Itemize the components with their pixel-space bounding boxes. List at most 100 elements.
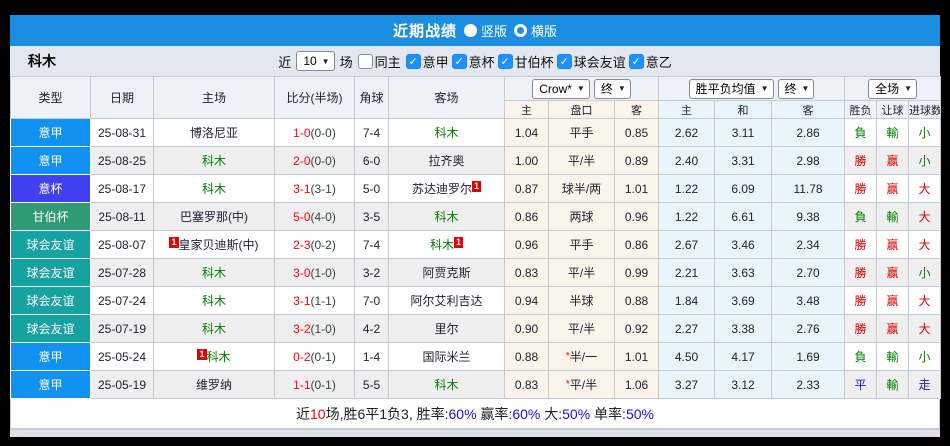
- red-badge: 1: [197, 349, 207, 360]
- match-row: 球会友谊 25-07-28 科木 3-0(1-0) 3-2 阿贾克斯 0.83 平/半 0.99…: [10, 258, 942, 287]
- title-bar: 近期战绩 竖版 横版: [10, 15, 940, 46]
- euro-time-select-value: 终: [784, 82, 797, 96]
- checkbox-icon[interactable]: ✓: [497, 53, 513, 69]
- asian-time-select[interactable]: 终 ▼: [593, 78, 631, 99]
- result-goals: 小: [908, 146, 942, 175]
- corners-cell: 5-0: [354, 174, 389, 203]
- away-team-cell: 阿贾克斯: [388, 258, 505, 287]
- asian-home-odds: 0.86: [504, 202, 549, 231]
- league-filter-checkbox[interactable]: ✓ 意杯: [451, 52, 495, 71]
- asian-away-odds: 0.99: [613, 258, 660, 287]
- result-goals: 小: [908, 342, 942, 371]
- asian-home-odds: 0.83: [504, 258, 549, 287]
- euro-draw-odds: 3.63: [714, 258, 773, 287]
- same-home-checkbox[interactable]: 同主: [357, 52, 401, 71]
- same-home-label: 同主: [374, 54, 401, 70]
- corners-cell: 7-0: [354, 286, 389, 315]
- result-wdl: 負: [844, 202, 878, 231]
- sub-header-handicap-result: 让球: [876, 100, 910, 119]
- asian-away-odds: 0.96: [613, 202, 660, 231]
- asian-away-odds: 1.06: [613, 370, 660, 399]
- col-header-corners: 角球: [354, 76, 389, 119]
- euro-home-odds: 2.21: [658, 258, 716, 287]
- checkbox-icon[interactable]: ✓: [451, 53, 467, 69]
- league-filter-checkbox[interactable]: ✓ 意甲: [405, 52, 449, 71]
- summary-segment: 大:: [540, 405, 563, 422]
- home-team-cell: 科木: [153, 146, 275, 175]
- result-handicap: 赢: [876, 174, 910, 203]
- asian-home-odds: 1.00: [504, 146, 549, 175]
- date-cell: 25-08-17: [90, 174, 154, 203]
- result-wdl: 勝: [844, 314, 878, 343]
- league-filter-checkbox[interactable]: ✓ 意乙: [628, 52, 672, 71]
- away-team-cell: 科木: [388, 118, 505, 147]
- handicap-line: *平/半: [548, 370, 615, 399]
- euro-away-odds: 2.76: [771, 314, 846, 343]
- away-team-cell: 国际米兰: [388, 342, 505, 371]
- col-header-date: 日期: [90, 76, 154, 119]
- layout-radio-horizontal[interactable]: 横版: [514, 21, 557, 40]
- euro-home-odds: 1.22: [658, 174, 716, 203]
- result-wdl: 勝: [844, 174, 878, 203]
- home-team-cell: 博洛尼亚: [153, 118, 275, 147]
- checkbox-icon[interactable]: ✓: [405, 53, 421, 69]
- date-cell: 25-05-19: [90, 370, 154, 399]
- result-goals: 走: [908, 370, 942, 399]
- euro-away-odds: 11.78: [771, 174, 846, 203]
- score-cell: 2-3(0-2): [274, 230, 355, 259]
- radio-unselected-icon[interactable]: [514, 24, 527, 37]
- euro-home-odds: 2.27: [658, 314, 716, 343]
- home-team-cell: 1 皇家贝迪斯(中): [153, 230, 275, 259]
- league-filter-checkbox[interactable]: ✓ 甘伯杯: [497, 52, 554, 71]
- asian-away-odds: 0.89: [613, 146, 660, 175]
- away-team-cell: 阿尔艾利吉达: [388, 286, 505, 315]
- date-cell: 25-08-11: [90, 202, 154, 231]
- corners-cell: 7-4: [354, 118, 389, 147]
- sub-header-euro-draw: 和: [714, 100, 773, 119]
- checkbox-icon[interactable]: ✓: [628, 53, 644, 69]
- checkbox-icon[interactable]: [357, 53, 373, 69]
- league-cell: 意甲: [10, 342, 91, 371]
- result-wdl: 勝: [844, 146, 878, 175]
- handicap-line: 平/半: [548, 258, 615, 287]
- euro-home-odds: 3.27: [658, 370, 716, 399]
- match-row: 意甲 25-08-31 博洛尼亚 1-0(0-0) 7-4 科木 1.04 平手 0.85 2.6…: [10, 118, 942, 147]
- home-team-cell: 科木: [153, 286, 275, 315]
- recent-count-select[interactable]: 10 ▼: [296, 51, 335, 71]
- euro-avg-select-value: 胜平负均值: [695, 82, 756, 96]
- checkbox-icon[interactable]: ✓: [556, 53, 572, 69]
- league-cell: 意杯: [10, 174, 91, 203]
- league-cell: 甘伯杯: [10, 202, 91, 231]
- result-goals: 大: [908, 314, 942, 343]
- col-header-type: 类型: [10, 76, 91, 119]
- radio-selected-icon[interactable]: [463, 24, 477, 37]
- result-goals: 小: [908, 258, 942, 287]
- euro-home-odds: 1.84: [658, 286, 716, 315]
- euro-away-odds: 9.38: [771, 202, 846, 231]
- layout-radio-vertical[interactable]: 竖版: [463, 21, 507, 40]
- score-cell: 0-2(0-1): [274, 342, 355, 371]
- euro-draw-odds: 6.61: [714, 202, 773, 231]
- team-name: 科木: [28, 53, 56, 69]
- radio-horizontal-label: 横版: [531, 24, 558, 39]
- euro-away-odds: 2.86: [771, 118, 846, 147]
- bookmaker-select-value: Crow*: [539, 81, 572, 96]
- euro-away-odds: 2.98: [771, 146, 846, 175]
- result-handicap: 輸: [876, 118, 910, 147]
- home-team-cell: 科木: [153, 258, 275, 287]
- scope-select[interactable]: 全场 ▼: [868, 78, 918, 99]
- col-header-score: 比分(半场): [274, 76, 355, 119]
- league-filter-label: 意杯: [468, 54, 495, 70]
- league-filter-checkbox[interactable]: ✓ 球会友谊: [556, 52, 626, 71]
- red-badge: 1: [169, 237, 179, 248]
- asian-away-odds: 1.01: [613, 174, 660, 203]
- result-goals: 大: [908, 230, 942, 259]
- bottom-strip: [10, 429, 940, 437]
- away-team-cell: 苏达迪罗尔 1: [388, 174, 505, 203]
- sub-header-asian-home: 主: [504, 100, 549, 119]
- euro-home-odds: 2.62: [658, 118, 716, 147]
- euro-time-select[interactable]: 终 ▼: [777, 78, 815, 99]
- euro-avg-select[interactable]: 胜平负均值 ▼: [688, 78, 774, 99]
- bookmaker-select[interactable]: Crow* ▼: [532, 78, 590, 99]
- score-cell: 2-0(0-0): [274, 146, 355, 175]
